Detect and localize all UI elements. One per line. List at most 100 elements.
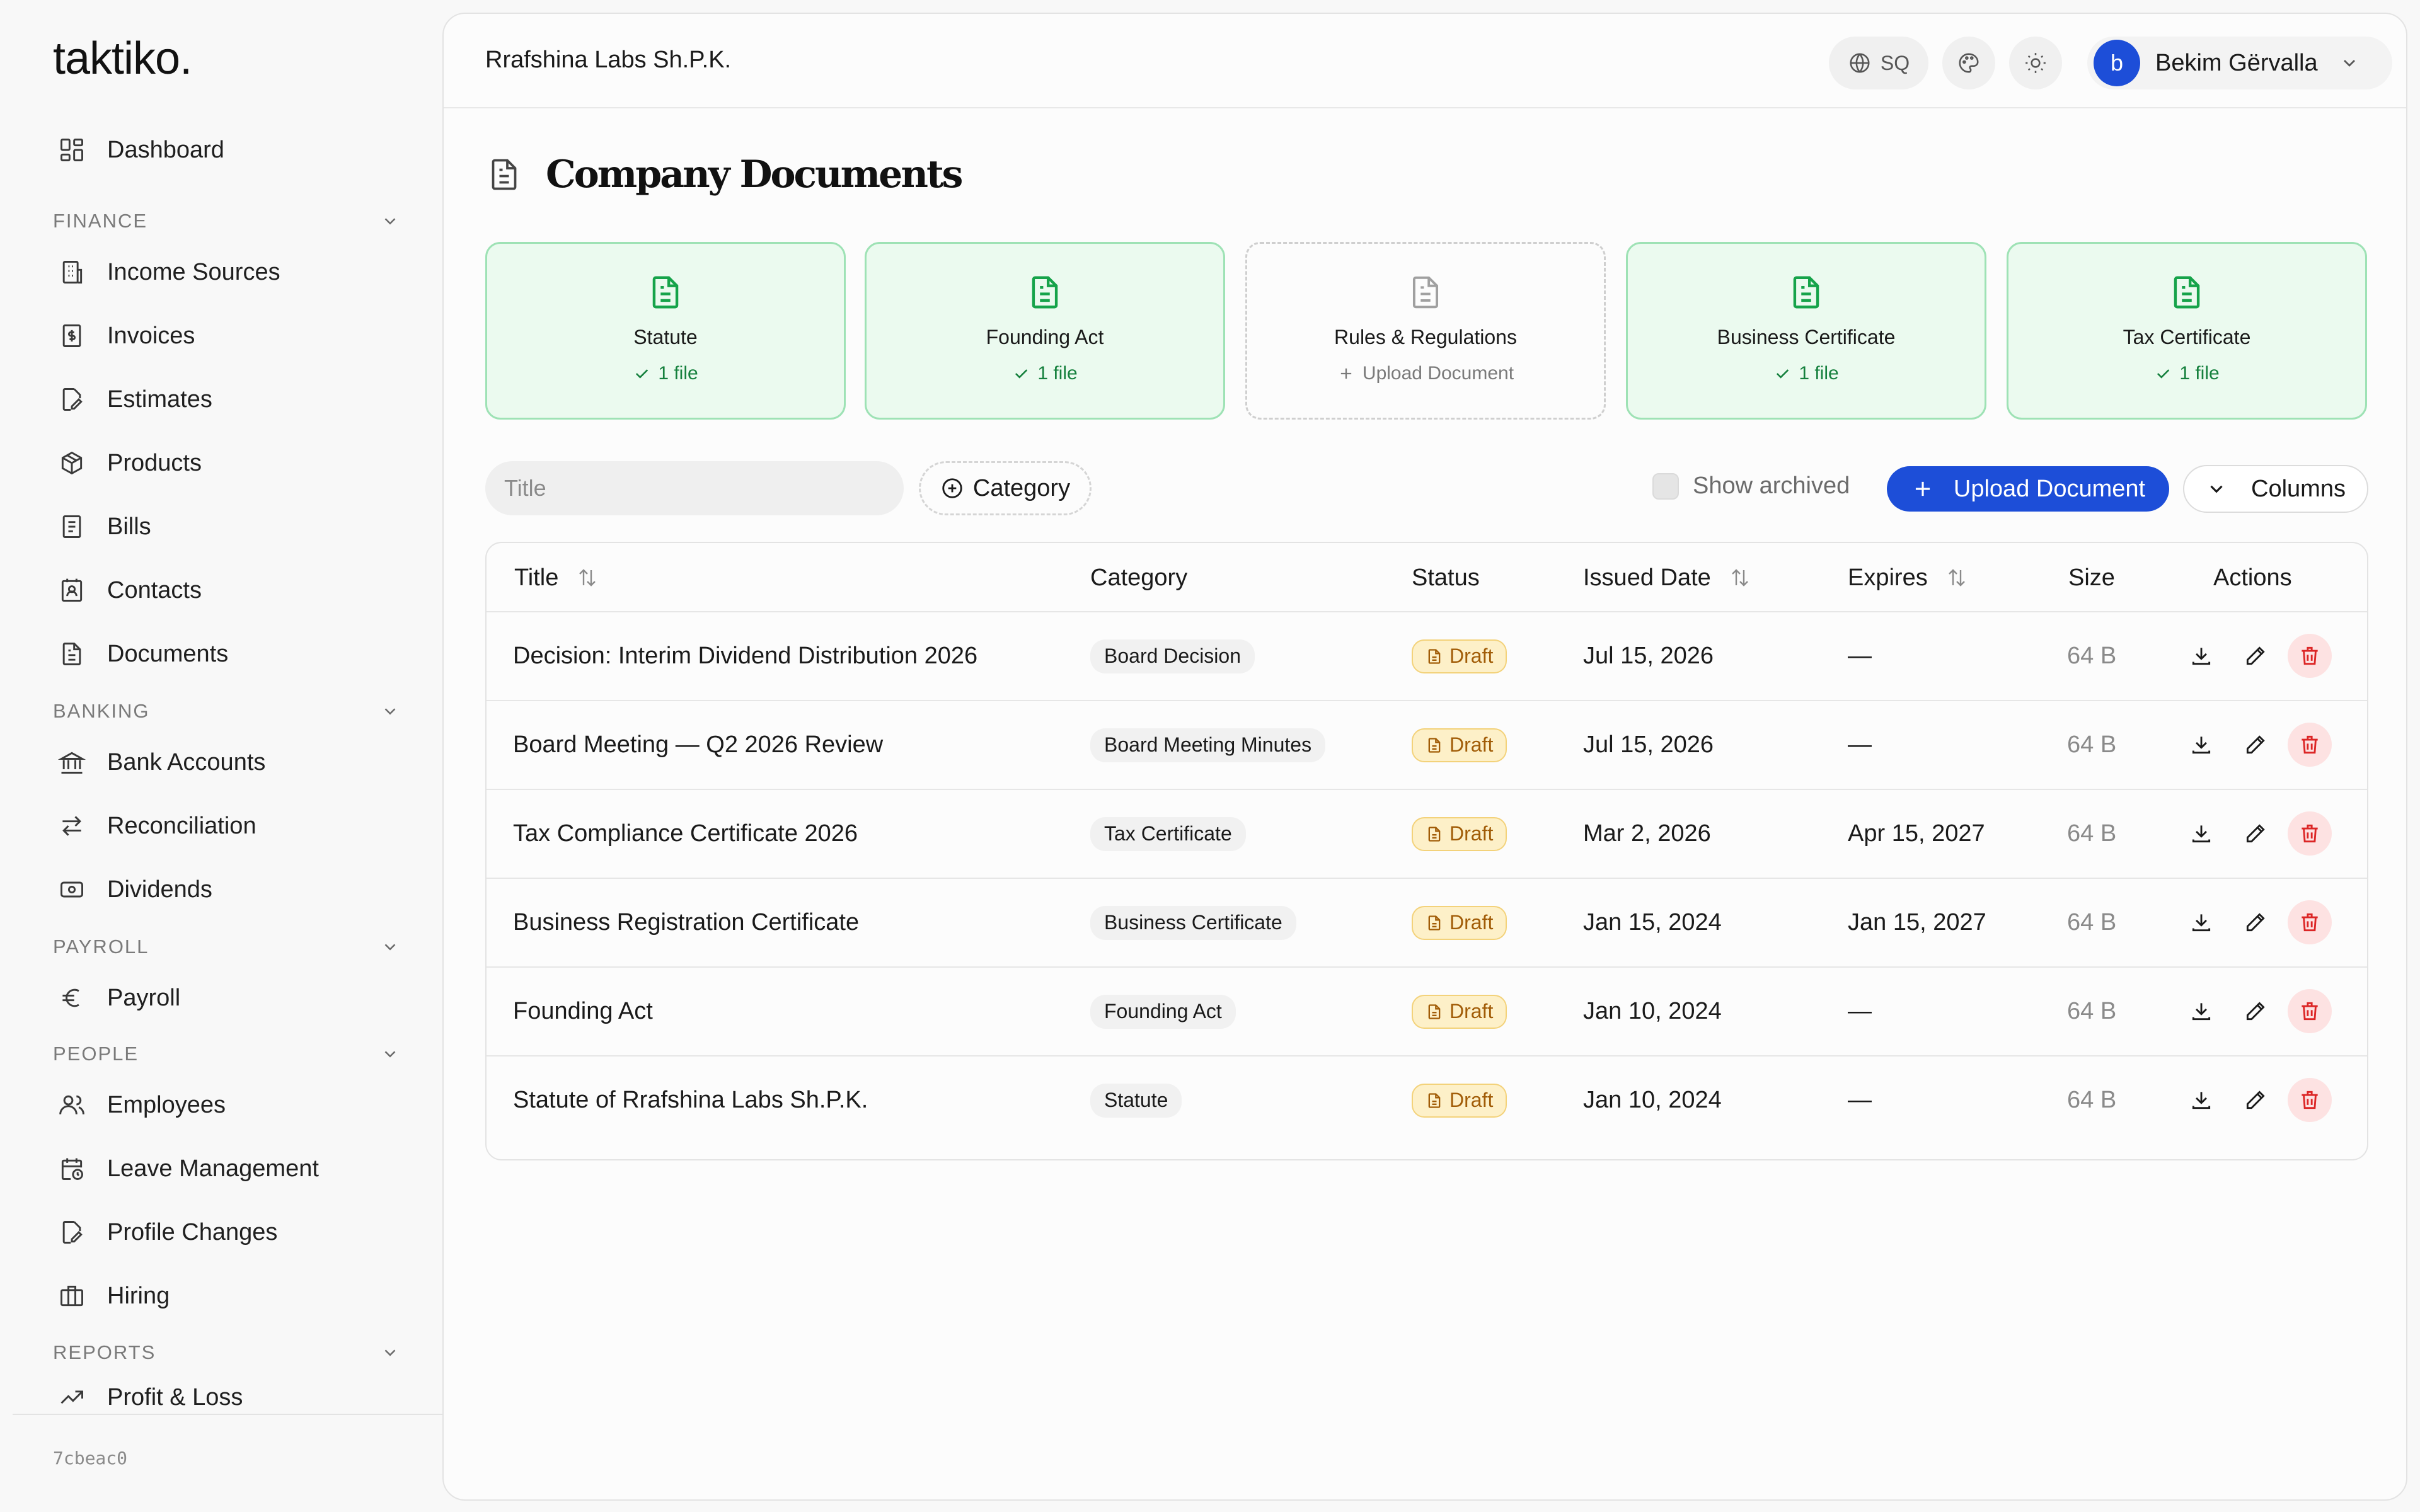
download-button[interactable]: [2179, 634, 2223, 678]
sidebar-item-hiring[interactable]: Hiring: [58, 1271, 411, 1321]
edit-button[interactable]: [2233, 989, 2278, 1033]
sidebar-item-bills[interactable]: Bills: [58, 501, 411, 552]
sidebar-item-profile-changes[interactable]: Profile Changes: [58, 1207, 411, 1257]
sidebar-item-documents[interactable]: Documents: [58, 629, 411, 679]
doc-card-tax-certificate[interactable]: Tax Certificate 1 file: [2007, 242, 2367, 420]
sort-icon[interactable]: [1945, 566, 1968, 589]
theme-toggle[interactable]: [2009, 37, 2062, 89]
sidebar-item-label: Payroll: [107, 984, 181, 1011]
section-people[interactable]: PEOPLE: [53, 1038, 400, 1070]
chevron-down-icon: [2210, 485, 2223, 493]
app-logo[interactable]: taktiko.: [53, 33, 192, 84]
doc-card-rules-regulations[interactable]: Rules & Regulations Upload Document: [1245, 242, 1606, 420]
user-menu[interactable]: b Bekim Gërvalla: [2087, 37, 2392, 89]
upload-document-button[interactable]: Upload Document: [1887, 466, 2169, 512]
sidebar-item-products[interactable]: Products: [58, 438, 411, 488]
edit-button[interactable]: [2233, 1078, 2278, 1122]
column-header-expires[interactable]: Expires: [1848, 543, 1968, 612]
column-header-category: Category: [1090, 543, 1187, 612]
file-text-icon: [1428, 648, 1441, 664]
sidebar-item-leave-management[interactable]: Leave Management: [58, 1143, 411, 1194]
card-upload-action[interactable]: Upload Document: [1337, 363, 1514, 384]
edit-button[interactable]: [2233, 811, 2278, 856]
section-payroll[interactable]: PAYROLL: [53, 931, 400, 963]
delete-button[interactable]: [2288, 900, 2332, 944]
palette-button[interactable]: [1942, 37, 1995, 89]
table-row[interactable]: Statute of Rrafshina Labs Sh.P.K. Statut…: [487, 1057, 2367, 1145]
sidebar-item-contacts[interactable]: Contacts: [58, 565, 411, 616]
table-row[interactable]: Business Registration Certificate Busine…: [487, 879, 2367, 968]
sidebar-item-estimates[interactable]: Estimates: [58, 374, 411, 425]
delete-button[interactable]: [2288, 1078, 2332, 1122]
cell-title[interactable]: Decision: Interim Dividend Distribution …: [513, 612, 977, 700]
cell-title[interactable]: Founding Act: [513, 968, 653, 1055]
chevron-down-icon: [2343, 60, 2355, 67]
plus-circle-icon: [942, 478, 962, 498]
delete-button[interactable]: [2288, 634, 2332, 678]
category-badge: Tax Certificate: [1090, 816, 1246, 851]
section-label: PEOPLE: [53, 1043, 139, 1065]
column-header-title[interactable]: Title: [514, 543, 599, 612]
file-text-icon: [1428, 737, 1441, 753]
cell-title[interactable]: Business Registration Certificate: [513, 879, 859, 966]
sidebar-item-profit-loss[interactable]: Profit & Loss: [58, 1378, 411, 1416]
doc-card-founding-act[interactable]: Founding Act 1 file: [865, 242, 1225, 420]
sidebar-item-dashboard[interactable]: Dashboard: [58, 125, 411, 175]
card-status: 1 file: [633, 363, 698, 384]
edit-button[interactable]: [2233, 723, 2278, 767]
download-button[interactable]: [2179, 811, 2223, 856]
download-button[interactable]: [2179, 1078, 2223, 1122]
sidebar-item-payroll[interactable]: Payroll: [58, 973, 411, 1023]
trash-icon: [2302, 735, 2318, 754]
delete-button[interactable]: [2288, 989, 2332, 1033]
edit-button[interactable]: [2233, 900, 2278, 944]
bank-icon: [58, 752, 86, 774]
table-row[interactable]: Founding Act Founding Act Draft Jan 10, …: [487, 968, 2367, 1057]
show-archived-checkbox[interactable]: [1652, 472, 1679, 500]
columns-button[interactable]: Columns: [2183, 465, 2368, 513]
download-button[interactable]: [2179, 900, 2223, 944]
table-row[interactable]: Tax Compliance Certificate 2026 Tax Cert…: [487, 790, 2367, 879]
doc-card-business-certificate[interactable]: Business Certificate 1 file: [1626, 242, 1986, 420]
chevron-down-icon: [384, 708, 396, 715]
sidebar-item-reconciliation[interactable]: Reconciliation: [58, 801, 411, 851]
sidebar-item-bank-accounts[interactable]: Bank Accounts: [58, 737, 411, 788]
cell-title[interactable]: Statute of Rrafshina Labs Sh.P.K.: [513, 1057, 868, 1144]
column-header-issued-date[interactable]: Issued Date: [1583, 543, 1751, 612]
doc-card-statute[interactable]: Statute 1 file: [485, 242, 846, 420]
download-button[interactable]: [2179, 723, 2223, 767]
sort-icon[interactable]: [1729, 566, 1751, 589]
sidebar-item-income-sources[interactable]: Income Sources: [58, 247, 411, 297]
user-name: Bekim Gërvalla: [2155, 49, 2318, 76]
section-reports[interactable]: REPORTS: [53, 1337, 400, 1368]
sort-icon[interactable]: [576, 566, 599, 589]
sidebar-item-dividends[interactable]: Dividends: [58, 864, 411, 915]
download-button[interactable]: [2179, 989, 2223, 1033]
package-icon: [61, 451, 83, 475]
card-status-text: 1 file: [1799, 363, 1839, 384]
topbar: Rrafshina Labs Sh.P.K. SQ b Bekim Gërval…: [444, 14, 2406, 108]
section-finance[interactable]: FINANCE: [53, 205, 400, 237]
column-header-label: Expires: [1848, 564, 1928, 591]
delete-button[interactable]: [2288, 811, 2332, 856]
card-status: 1 file: [2154, 363, 2220, 384]
title-filter-input[interactable]: [485, 461, 904, 515]
delete-button[interactable]: [2288, 723, 2332, 767]
calendar-clock-icon: [61, 1158, 83, 1180]
cell-title[interactable]: Tax Compliance Certificate 2026: [513, 790, 858, 878]
card-status-text: 1 file: [1037, 363, 1078, 384]
category-filter-button[interactable]: Category: [919, 461, 1092, 515]
table-row[interactable]: Decision: Interim Dividend Distribution …: [487, 612, 2367, 701]
sidebar-item-employees[interactable]: Employees: [58, 1080, 411, 1130]
sidebar-item-label: Dashboard: [107, 136, 224, 163]
sidebar-item-invoices[interactable]: Invoices: [58, 311, 411, 361]
language-switcher[interactable]: SQ: [1829, 37, 1928, 89]
show-archived-toggle[interactable]: Show archived: [1652, 472, 1850, 500]
chevron-down-icon: [384, 1349, 396, 1356]
table-row[interactable]: Board Meeting — Q2 2026 Review Board Mee…: [487, 701, 2367, 790]
edit-button[interactable]: [2233, 634, 2278, 678]
cell-title[interactable]: Board Meeting — Q2 2026 Review: [513, 701, 883, 789]
section-banking[interactable]: BANKING: [53, 696, 400, 727]
company-name[interactable]: Rrafshina Labs Sh.P.K.: [485, 47, 731, 74]
dashboard-icon: [60, 139, 83, 161]
